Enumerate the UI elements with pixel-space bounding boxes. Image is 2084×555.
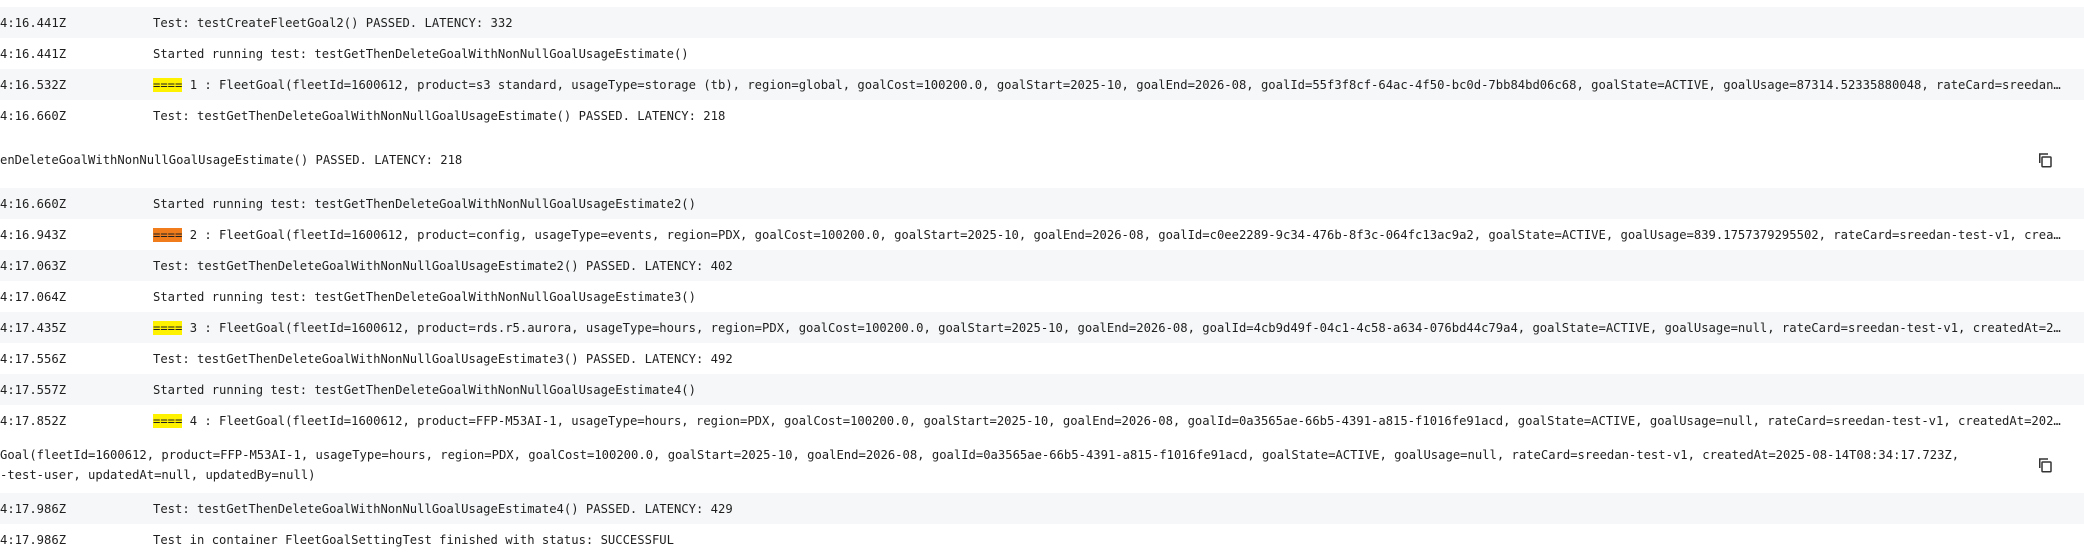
- log-row[interactable]: 4:16.441Z Test: testCreateFleetGoal2() PA…: [0, 7, 2084, 38]
- log-message: Test: testGetThenDeleteGoalWithNonNullGo…: [153, 502, 2084, 516]
- log-message-text: 3 : FleetGoal(fleetId=1600612, product=r…: [182, 320, 2076, 335]
- expanded-log-text: Goal(fleetId=1600612, product=FFP-M53AI-…: [0, 447, 1960, 482]
- expanded-log-text: enDeleteGoalWithNonNullGoalUsageEstimate…: [0, 152, 463, 167]
- current-search-match: ====: [153, 227, 183, 242]
- log-row[interactable]: 4:17.852Z ==== 4 : FleetGoal(fleetId=1600…: [0, 405, 2084, 436]
- log-message: ==== 2 : FleetGoal(fleetId=1600612, prod…: [153, 227, 2084, 242]
- log-row[interactable]: 4:16.660Z Started running test: testGetTh…: [0, 188, 2084, 219]
- log-timestamp: 4:16.660Z: [0, 108, 67, 123]
- log-message: Started running test: testGetThenDeleteG…: [153, 290, 2084, 304]
- log-message-text: Test: testGetThenDeleteGoalWithNonNullGo…: [153, 351, 733, 366]
- log-row[interactable]: 4:16.532Z ==== 1 : FleetGoal(fleetId=1600…: [0, 69, 2084, 100]
- search-match: ====: [153, 413, 183, 428]
- log-message-text: Started running test: testGetThenDeleteG…: [153, 382, 696, 397]
- log-row[interactable]: 4:17.064Z Started running test: testGetTh…: [0, 281, 2084, 312]
- log-timestamp: 4:16.532Z: [0, 77, 67, 92]
- log-message-text: Started running test: testGetThenDeleteG…: [153, 46, 689, 61]
- search-match: ====: [153, 77, 183, 92]
- log-timestamp: 4:17.557Z: [0, 382, 67, 397]
- log-timestamp: 4:17.556Z: [0, 351, 67, 366]
- log-message-text: Test: testGetThenDeleteGoalWithNonNullGo…: [153, 501, 733, 516]
- log-row[interactable]: 4:16.943Z ==== 2 : FleetGoal(fleetId=1600…: [0, 219, 2084, 250]
- log-timestamp: 4:17.435Z: [0, 320, 67, 335]
- log-message: Test: testGetThenDeleteGoalWithNonNullGo…: [153, 259, 2084, 273]
- log-row[interactable]: 4:17.557Z Started running test: testGetTh…: [0, 374, 2084, 405]
- log-message: Test: testGetThenDeleteGoalWithNonNullGo…: [153, 352, 2084, 366]
- log-message-text: Started running test: testGetThenDeleteG…: [153, 196, 696, 211]
- log-timestamp: 4:16.943Z: [0, 227, 67, 242]
- log-message-text: Test: testGetThenDeleteGoalWithNonNullGo…: [153, 108, 726, 123]
- log-message: Started running test: testGetThenDeleteG…: [153, 47, 2084, 61]
- log-row[interactable]: 4:17.435Z ==== 3 : FleetGoal(fleetId=1600…: [0, 312, 2084, 343]
- log-message: Started running test: testGetThenDeleteG…: [153, 383, 2084, 397]
- log-row[interactable]: 4:17.063Z Test: testGetThenDeleteGoalWith…: [0, 250, 2084, 281]
- log-row[interactable]: 4:17.986Z Test: testGetThenDeleteGoalWith…: [0, 493, 2084, 524]
- search-match: ====: [153, 320, 183, 335]
- log-message: ==== 4 : FleetGoal(fleetId=1600612, prod…: [153, 413, 2084, 428]
- expanded-log-entry: Goal(fleetId=1600612, product=FFP-M53AI-…: [0, 436, 2084, 493]
- log-timestamp: 4:17.063Z: [0, 258, 67, 273]
- log-row[interactable]: 4:17.986Z Test in container FleetGoalSett…: [0, 524, 2084, 555]
- log-timestamp: 4:17.986Z: [0, 501, 67, 516]
- log-timestamp: 4:17.852Z: [0, 413, 67, 428]
- log-row[interactable]: 4:17.556Z Test: testGetThenDeleteGoalWith…: [0, 343, 2084, 374]
- log-message: ==== 3 : FleetGoal(fleetId=1600612, prod…: [153, 320, 2084, 335]
- log-message: Started running test: testGetThenDeleteG…: [153, 197, 2084, 211]
- log-row[interactable]: 4:16.441Z Started running test: testGetTh…: [0, 38, 2084, 69]
- log-message-text: Test: testCreateFleetGoal2() PASSED. LAT…: [153, 15, 513, 30]
- expanded-log-entry: enDeleteGoalWithNonNullGoalUsageEstimate…: [0, 131, 2084, 188]
- log-row[interactable]: 4:16.660Z Test: testGetThenDeleteGoalWith…: [0, 100, 2084, 131]
- copy-icon[interactable]: [2034, 149, 2056, 171]
- log-message: Test: testCreateFleetGoal2() PASSED. LAT…: [153, 16, 2084, 30]
- log-timestamp: 4:16.441Z: [0, 46, 67, 61]
- log-message-text: Started running test: testGetThenDeleteG…: [153, 289, 696, 304]
- log-message: Test: testGetThenDeleteGoalWithNonNullGo…: [153, 109, 2084, 123]
- log-message-text: Test: testGetThenDeleteGoalWithNonNullGo…: [153, 258, 733, 273]
- log-message-text: 4 : FleetGoal(fleetId=1600612, product=F…: [182, 413, 2076, 428]
- log-timestamp: 4:17.064Z: [0, 289, 67, 304]
- log-message-text: 2 : FleetGoal(fleetId=1600612, product=c…: [182, 227, 2076, 242]
- log-timestamp: 4:16.441Z: [0, 15, 67, 30]
- log-timestamp: 4:16.660Z: [0, 196, 67, 211]
- log-output: 4:16.441Z Test: testCreateFleetGoal2() PA…: [0, 7, 2084, 555]
- copy-icon[interactable]: [2034, 454, 2056, 476]
- log-message-text: 1 : FleetGoal(fleetId=1600612, product=s…: [182, 77, 2076, 92]
- log-message: ==== 1 : FleetGoal(fleetId=1600612, prod…: [153, 77, 2084, 92]
